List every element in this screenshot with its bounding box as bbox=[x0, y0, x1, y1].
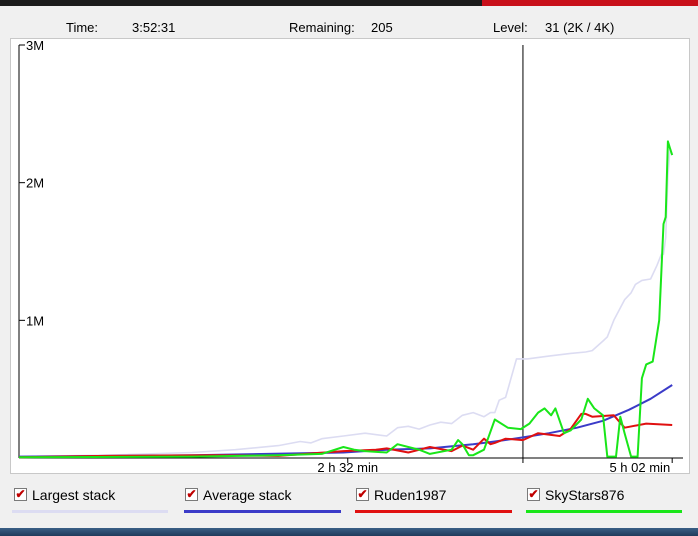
y-tick-label-0: 1M bbox=[26, 313, 44, 328]
x-tick-label-0: 2 h 32 min bbox=[317, 460, 378, 473]
stack-chart: 1M 2M 3M 2 h 32 min 5 h 02 min bbox=[18, 39, 683, 473]
x-tick-label-1: 5 h 02 min bbox=[609, 460, 670, 473]
largest-stack-label: Largest stack bbox=[32, 487, 116, 503]
status-bar: Time: 3:52:31 Remaining: 205 Level: 31 (… bbox=[0, 18, 698, 38]
series-line-average-stack bbox=[18, 384, 673, 458]
average-stack-swatch bbox=[184, 510, 341, 513]
average-stack-label: Average stack bbox=[203, 487, 292, 503]
largest-stack-checkbox[interactable]: ✔ bbox=[14, 488, 27, 501]
largest-stack-swatch bbox=[12, 510, 168, 513]
remaining-value: 205 bbox=[371, 20, 393, 35]
skystars876-checkbox[interactable]: ✔ bbox=[527, 488, 540, 501]
remaining-label: Remaining: bbox=[289, 20, 355, 35]
level-value: 31 (2K / 4K) bbox=[545, 20, 615, 35]
series-line-largest-stack bbox=[18, 147, 673, 458]
time-label: Time: bbox=[66, 20, 99, 35]
average-stack-checkbox[interactable]: ✔ bbox=[185, 488, 198, 501]
ruden1987-swatch bbox=[355, 510, 512, 513]
y-tick-label-1: 2M bbox=[26, 176, 44, 191]
skystars876-label: SkyStars876 bbox=[545, 487, 625, 503]
skystars876-swatch bbox=[526, 510, 682, 513]
level-label: Level: bbox=[493, 20, 528, 35]
ruden1987-label: Ruden1987 bbox=[374, 487, 447, 503]
chart-panel: 1M 2M 3M 2 h 32 min 5 h 02 min bbox=[10, 38, 690, 474]
y-tick-label-2: 3M bbox=[26, 39, 44, 53]
taskbar-edge bbox=[0, 528, 698, 536]
window-accent-strip bbox=[482, 0, 698, 6]
ruden1987-checkbox[interactable]: ✔ bbox=[356, 488, 369, 501]
window-top-strip bbox=[0, 0, 698, 6]
legend: ✔ Largest stack ✔ Average stack ✔ Ruden1… bbox=[0, 486, 698, 522]
series-line-skystars876 bbox=[18, 140, 674, 459]
time-value: 3:52:31 bbox=[132, 20, 176, 35]
